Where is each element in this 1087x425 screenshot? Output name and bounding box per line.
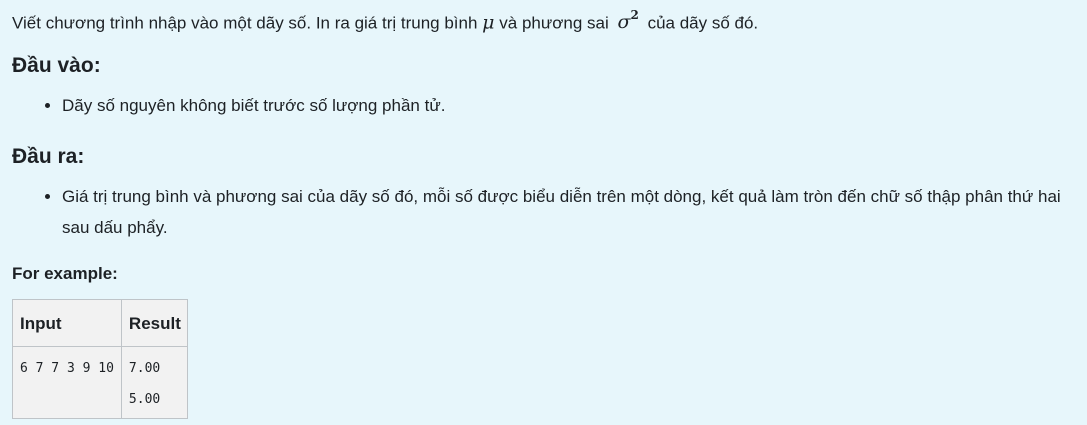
example-table-header-row: Input Result (12, 299, 188, 348)
input-list-item: Dãy số nguyên không biết trước số lượng … (62, 90, 1082, 121)
result-column-header: Result (120, 299, 188, 348)
sigma-squared: σ2 (617, 8, 639, 34)
problem-statement: Viết chương trình nhập vào một dãy số. I… (12, 5, 1082, 35)
output-list: Giá trị trung bình và phương sai của dãy… (12, 181, 1082, 243)
question-text: Viết chương trình nhập vào một dãy số. I… (12, 0, 1082, 420)
result-line-variance: 5.00 (128, 392, 161, 408)
sigma-symbol: σ (617, 11, 631, 34)
intro-text-start: Viết chương trình nhập vào một dãy số. I… (12, 13, 478, 33)
example-result-cell: 7.00 5.00 (120, 346, 188, 420)
output-list-item: Giá trị trung bình và phương sai của dãy… (62, 181, 1082, 243)
example-label: For example: (12, 264, 118, 284)
input-heading: Đầu vào: (12, 54, 101, 78)
output-heading: Đầu ra: (12, 145, 85, 169)
result-line-mean: 7.00 (128, 361, 161, 377)
input-list: Dãy số nguyên không biết trước số lượng … (12, 90, 1082, 121)
sigma-exponent: 2 (630, 8, 639, 22)
intro-text-middle: và phương sai (499, 13, 609, 33)
table-row: 6 7 7 3 9 10 7.00 5.00 (12, 346, 188, 420)
input-column-header: Input (12, 299, 122, 348)
intro-text-end: của dãy số đó. (647, 13, 759, 33)
example-table: Input Result 6 7 7 3 9 10 7.00 5.00 (12, 299, 188, 420)
example-input-cell: 6 7 7 3 9 10 (12, 346, 122, 420)
mu-symbol: μ (482, 11, 495, 34)
